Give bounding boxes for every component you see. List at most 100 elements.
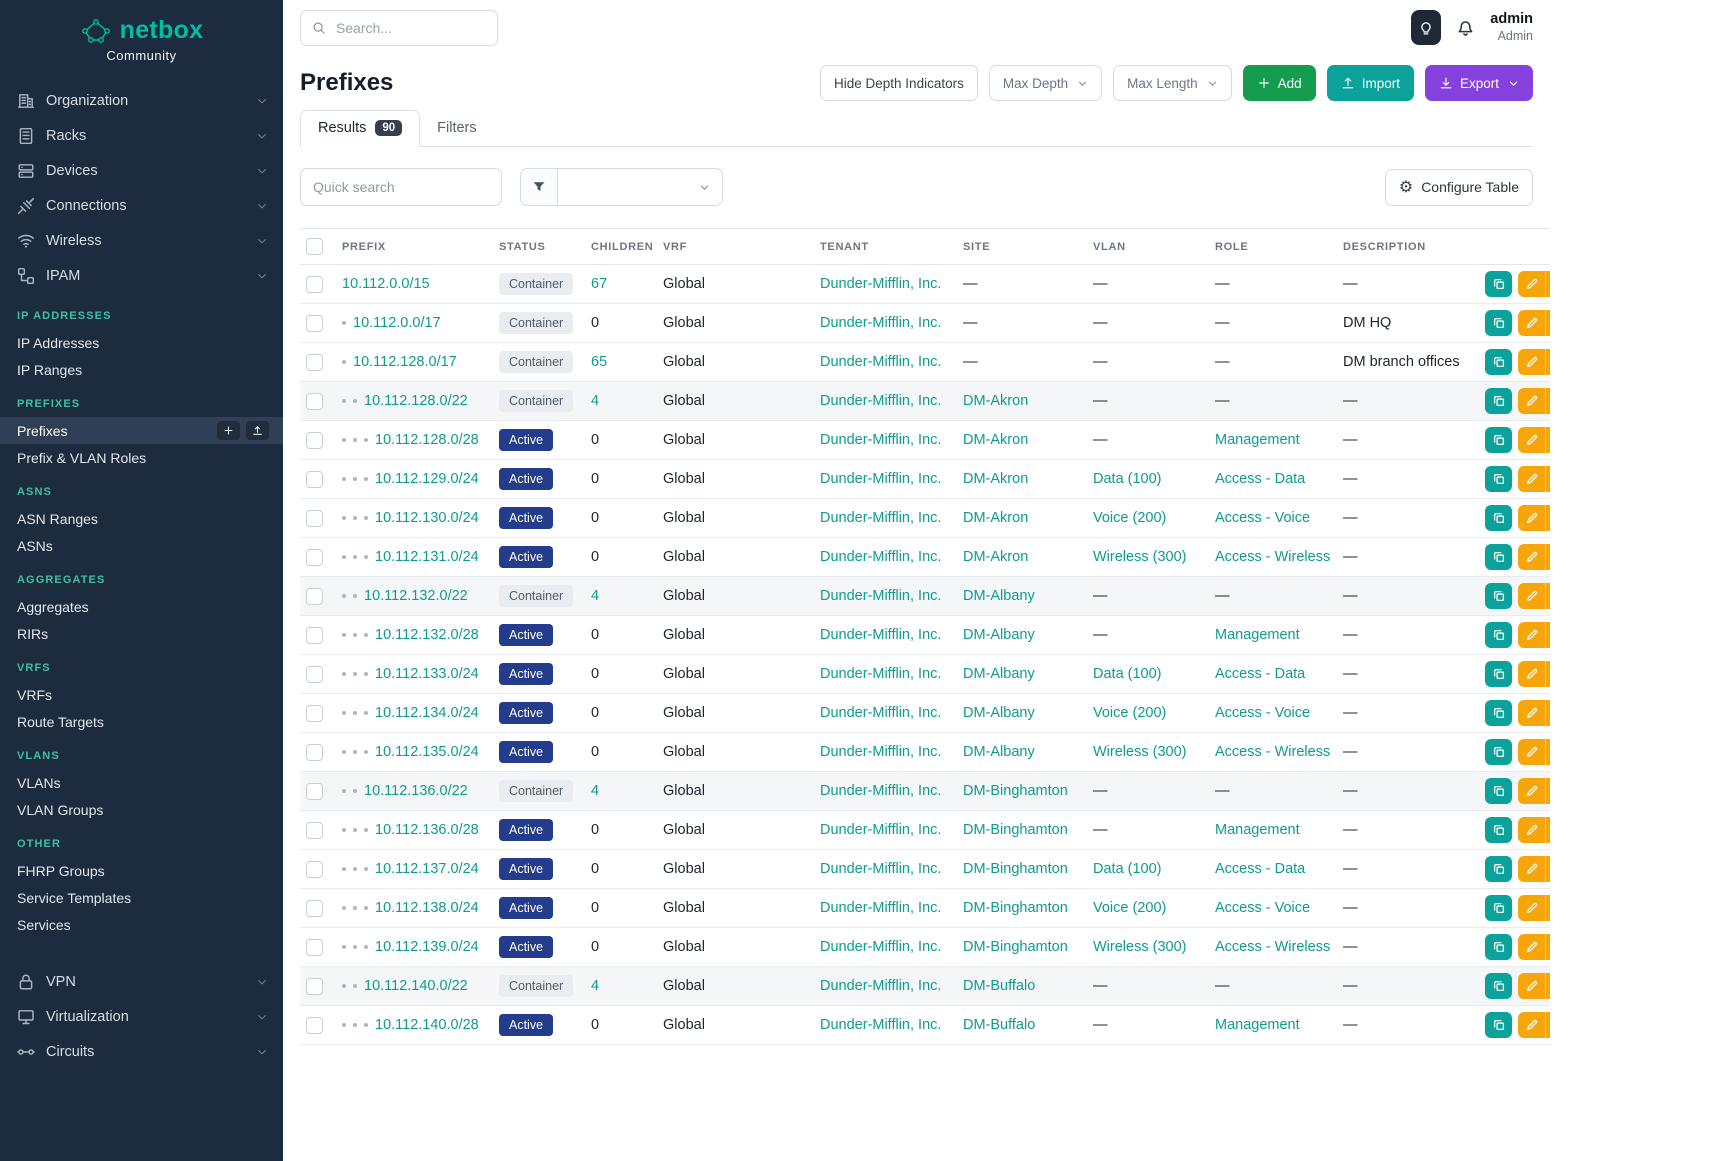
global-search-input[interactable] [334, 19, 486, 37]
brand[interactable]: netbox Community [0, 0, 283, 67]
sidebar-item-ip-ranges[interactable]: IP Ranges [0, 356, 283, 383]
tenant-link[interactable]: Dunder-Mifflin, Inc. [820, 471, 941, 487]
sidebar-item-organization[interactable]: Organization [0, 83, 283, 118]
children-count-link[interactable]: 4 [591, 588, 599, 604]
row-checkbox[interactable] [306, 354, 323, 371]
tenant-link[interactable]: Dunder-Mifflin, Inc. [820, 393, 941, 409]
site-link[interactable]: DM-Albany [963, 666, 1035, 682]
column-header-tenant[interactable]: TENANT [820, 229, 963, 265]
row-checkbox[interactable] [306, 822, 323, 839]
row-checkbox[interactable] [306, 627, 323, 644]
clone-button[interactable] [1485, 622, 1512, 648]
children-count-link[interactable]: 4 [591, 393, 599, 409]
tenant-link[interactable]: Dunder-Mifflin, Inc. [820, 744, 941, 760]
row-checkbox[interactable] [306, 549, 323, 566]
site-link[interactable]: DM-Buffalo [963, 978, 1035, 994]
sidebar-item-services[interactable]: Services [0, 911, 283, 938]
role-link[interactable]: Management [1215, 627, 1300, 643]
prefix-link[interactable]: 10.112.129.0/24 [375, 471, 479, 487]
clone-button[interactable] [1485, 973, 1512, 999]
prefix-link[interactable]: 10.112.128.0/17 [353, 354, 457, 370]
site-link[interactable]: DM-Albany [963, 588, 1035, 604]
edit-dropdown-caret[interactable] [1545, 310, 1550, 336]
clone-button[interactable] [1485, 934, 1512, 960]
row-checkbox[interactable] [306, 900, 323, 917]
tenant-link[interactable]: Dunder-Mifflin, Inc. [820, 627, 941, 643]
edit-dropdown-caret[interactable] [1545, 739, 1550, 765]
clone-button[interactable] [1485, 700, 1512, 726]
tenant-link[interactable]: Dunder-Mifflin, Inc. [820, 666, 941, 682]
row-checkbox[interactable] [306, 1017, 323, 1034]
tenant-link[interactable]: Dunder-Mifflin, Inc. [820, 276, 941, 292]
role-link[interactable]: Management [1215, 822, 1300, 838]
edit-button[interactable] [1518, 271, 1545, 297]
prefix-link[interactable]: 10.112.139.0/24 [375, 939, 479, 955]
site-link[interactable]: DM-Binghamton [963, 783, 1068, 799]
global-search[interactable] [300, 10, 498, 46]
tenant-link[interactable]: Dunder-Mifflin, Inc. [820, 1017, 941, 1033]
edit-dropdown-caret[interactable] [1545, 271, 1550, 297]
role-link[interactable]: Access - Voice [1215, 510, 1310, 526]
edit-button[interactable] [1518, 427, 1545, 453]
edit-button[interactable] [1518, 661, 1545, 687]
edit-button[interactable] [1518, 1012, 1545, 1038]
edit-dropdown-caret[interactable] [1545, 778, 1550, 804]
row-checkbox[interactable] [306, 861, 323, 878]
edit-button[interactable] [1518, 505, 1545, 531]
user-menu[interactable]: admin Admin [1490, 11, 1533, 43]
row-checkbox[interactable] [306, 588, 323, 605]
children-count-link[interactable]: 65 [591, 354, 607, 370]
clone-button[interactable] [1485, 271, 1512, 297]
site-link[interactable]: DM-Akron [963, 393, 1028, 409]
edit-button[interactable] [1518, 895, 1545, 921]
max-depth-dropdown[interactable]: Max Depth [989, 65, 1102, 101]
column-header-children[interactable]: CHILDREN [591, 229, 663, 265]
tenant-link[interactable]: Dunder-Mifflin, Inc. [820, 939, 941, 955]
row-checkbox[interactable] [306, 744, 323, 761]
filter-button[interactable] [520, 168, 558, 206]
role-link[interactable]: Access - Data [1215, 471, 1305, 487]
tenant-link[interactable]: Dunder-Mifflin, Inc. [820, 900, 941, 916]
edit-dropdown-caret[interactable] [1545, 544, 1550, 570]
row-checkbox[interactable] [306, 939, 323, 956]
sidebar-item-devices[interactable]: Devices [0, 153, 283, 188]
role-link[interactable]: Access - Wireless [1215, 744, 1330, 760]
role-link[interactable]: Access - Voice [1215, 900, 1310, 916]
clone-button[interactable] [1485, 778, 1512, 804]
prefix-link[interactable]: 10.112.137.0/24 [375, 861, 479, 877]
role-link[interactable]: Management [1215, 1017, 1300, 1033]
edit-button[interactable] [1518, 973, 1545, 999]
clone-button[interactable] [1485, 856, 1512, 882]
tab-filters[interactable]: Filters [420, 110, 493, 146]
sidebar-item-vlans[interactable]: VLANs [0, 769, 283, 796]
role-link[interactable]: Access - Voice [1215, 705, 1310, 721]
edit-dropdown-caret[interactable] [1545, 1012, 1550, 1038]
sidebar-item-prefixes[interactable]: Prefixes [0, 417, 283, 444]
sidebar-item-ip-addresses[interactable]: IP Addresses [0, 329, 283, 356]
clone-button[interactable] [1485, 661, 1512, 687]
sidebar-item-connections[interactable]: Connections [0, 188, 283, 223]
edit-dropdown-caret[interactable] [1545, 817, 1550, 843]
edit-dropdown-caret[interactable] [1545, 700, 1550, 726]
column-header-status[interactable]: STATUS [499, 229, 591, 265]
row-checkbox[interactable] [306, 978, 323, 995]
edit-button[interactable] [1518, 349, 1545, 375]
tab-results[interactable]: Results 90 [300, 110, 420, 147]
column-header-site[interactable]: SITE [963, 229, 1093, 265]
column-header-description[interactable]: DESCRIPTION [1343, 229, 1485, 265]
edit-dropdown-caret[interactable] [1545, 895, 1550, 921]
import-button[interactable]: Import [1327, 65, 1414, 101]
sidebar-item-rirs[interactable]: RIRs [0, 620, 283, 647]
site-link[interactable]: DM-Binghamton [963, 822, 1068, 838]
edit-dropdown-caret[interactable] [1545, 388, 1550, 414]
prefix-link[interactable]: 10.112.128.0/22 [364, 393, 468, 409]
sidebar-item-aggregates[interactable]: Aggregates [0, 593, 283, 620]
sidebar-item-service-templates[interactable]: Service Templates [0, 884, 283, 911]
edit-button[interactable] [1518, 622, 1545, 648]
prefix-link[interactable]: 10.112.135.0/24 [375, 744, 479, 760]
prefix-link[interactable]: 10.112.136.0/28 [375, 822, 479, 838]
clone-button[interactable] [1485, 895, 1512, 921]
edit-dropdown-caret[interactable] [1545, 856, 1550, 882]
site-link[interactable]: DM-Buffalo [963, 1017, 1035, 1033]
edit-dropdown-caret[interactable] [1545, 349, 1550, 375]
